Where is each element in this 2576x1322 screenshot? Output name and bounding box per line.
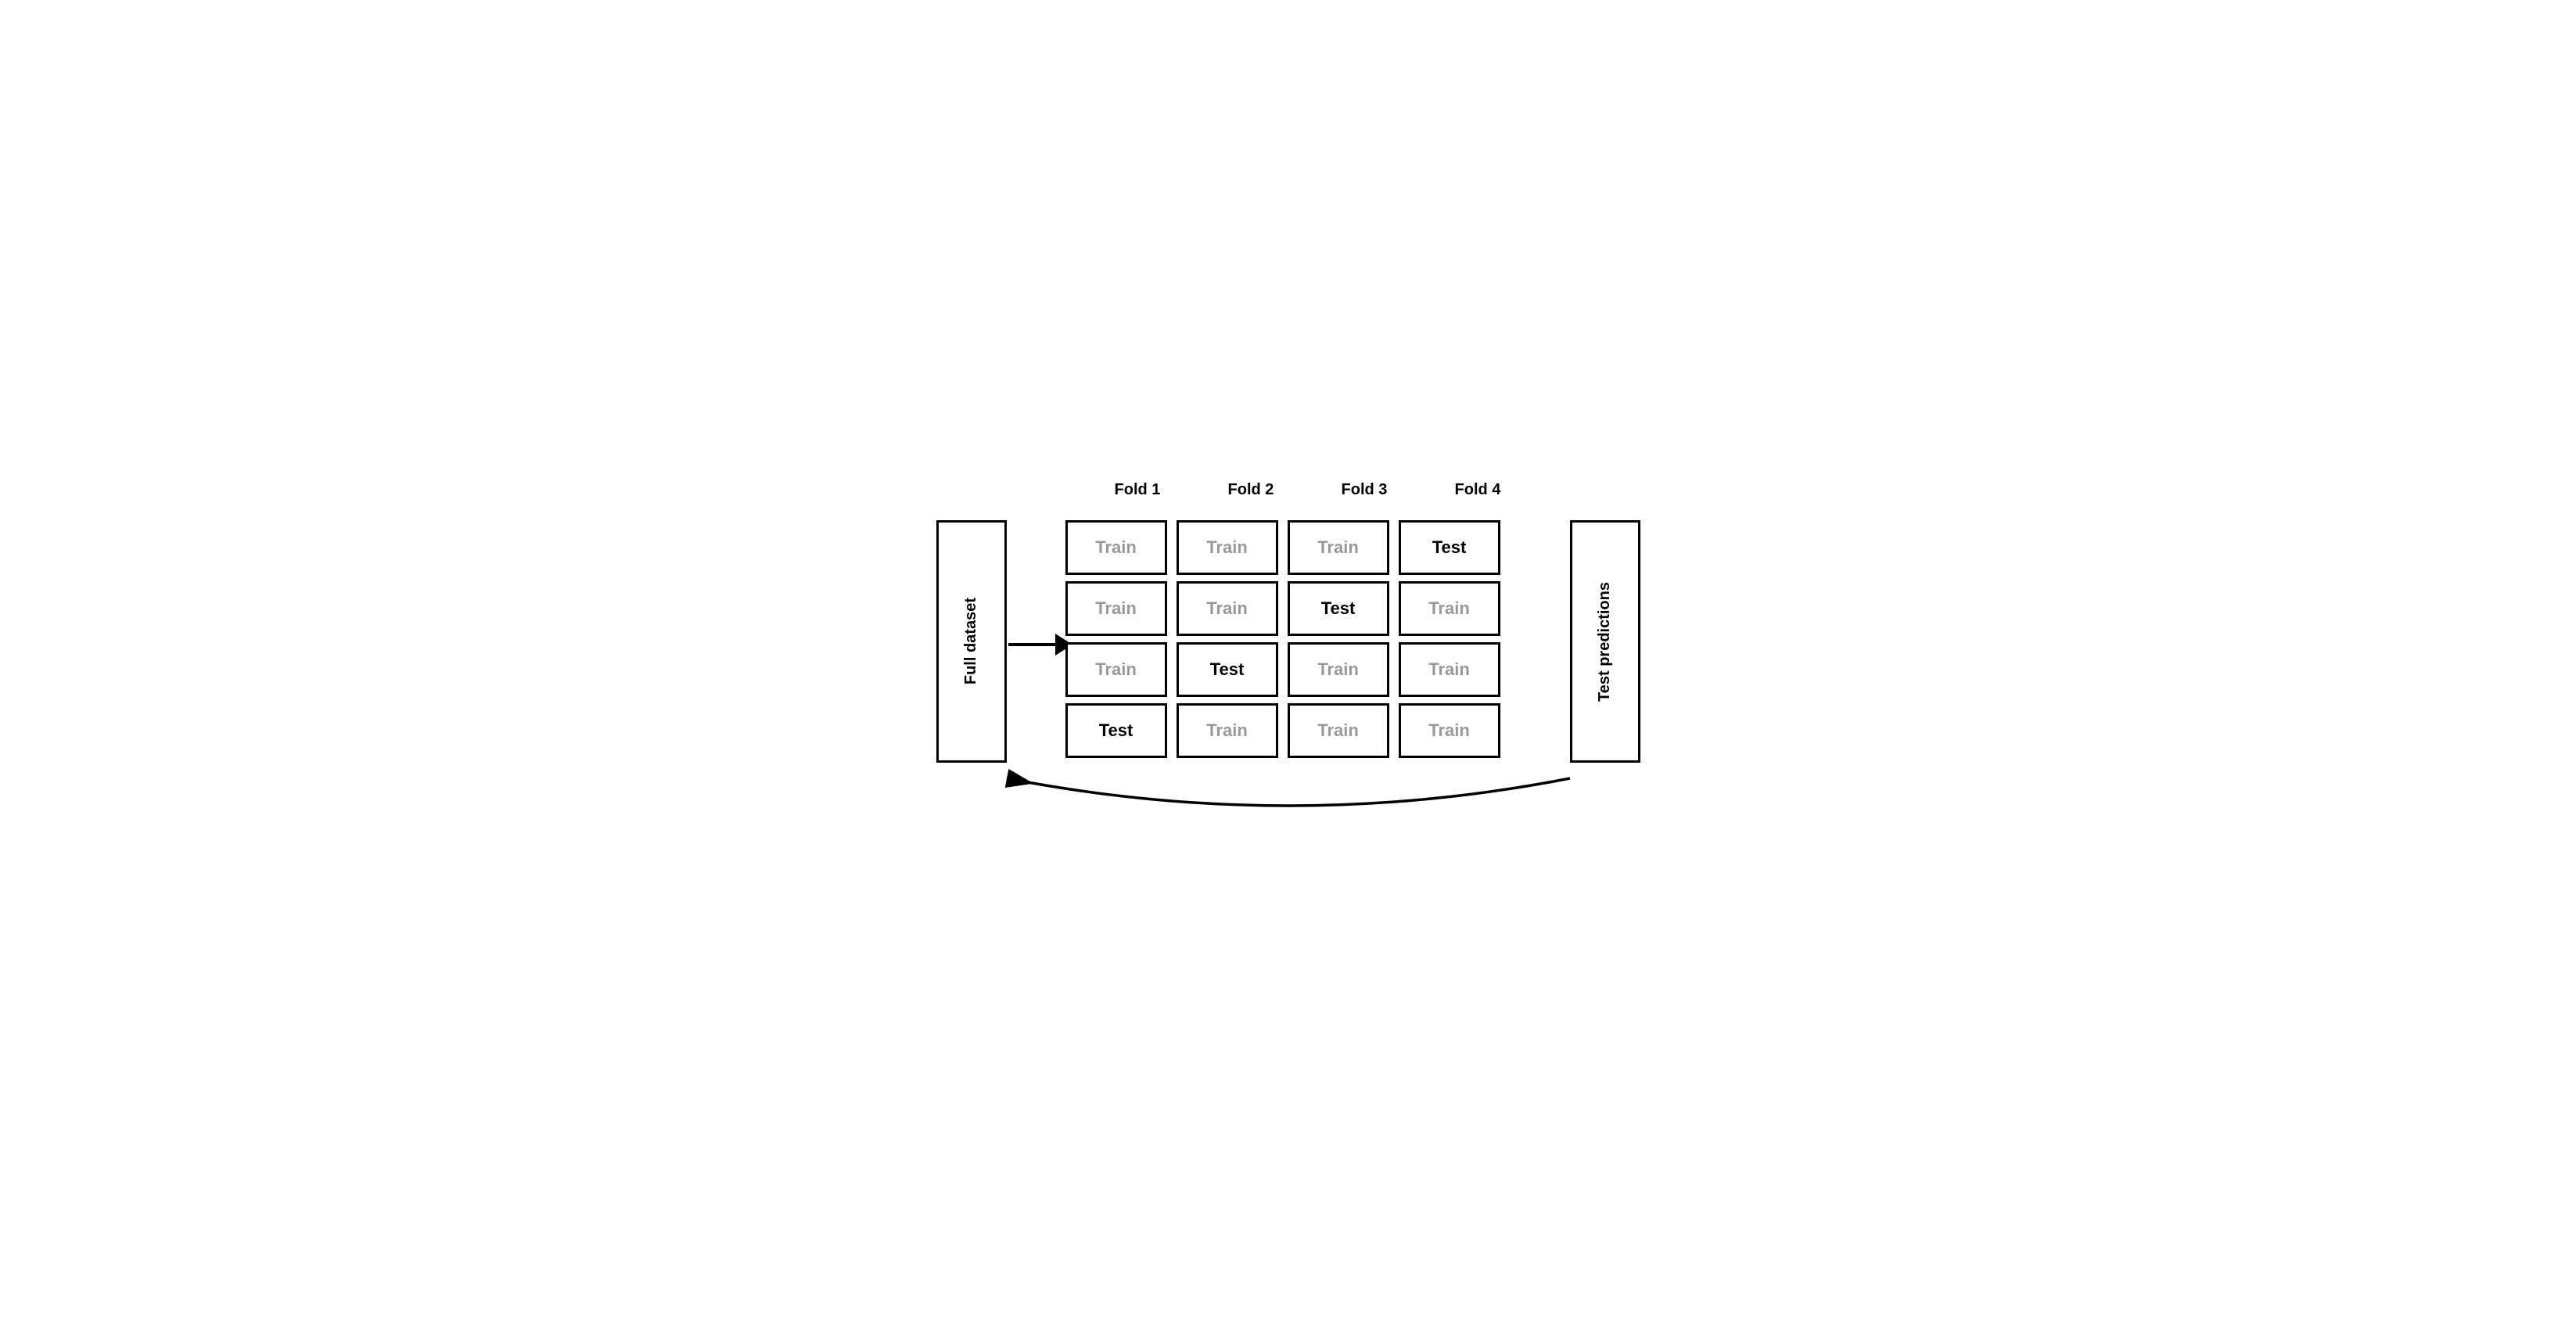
fold-header-2: Fold 2 — [1200, 481, 1302, 499]
fold3-row4: Train — [1288, 703, 1389, 758]
right-arrow — [1008, 634, 1072, 656]
fold4-row4: Train — [1399, 703, 1500, 758]
fold-header-3: Fold 3 — [1313, 481, 1415, 499]
fold-column-2: Train Train Test Train — [1177, 520, 1278, 758]
test-predictions-box: Test predictions — [1570, 520, 1640, 763]
fold2-row3: Test — [1177, 642, 1278, 697]
fold4-row3: Train — [1399, 642, 1500, 697]
fold1-row3: Train — [1065, 642, 1167, 697]
arrow-line — [1008, 643, 1055, 646]
fold1-row1: Train — [1065, 520, 1167, 575]
fold-headers: Fold 1 Fold 2 Fold 3 Fold 4 — [1081, 481, 1535, 499]
fold1-row4: Test — [1065, 703, 1167, 758]
fold3-row1: Train — [1288, 520, 1389, 575]
fold1-row2: Train — [1065, 581, 1167, 636]
fold4-row1: Test — [1399, 520, 1500, 575]
full-dataset-label: Full dataset — [962, 598, 980, 684]
fold3-row3: Train — [1288, 642, 1389, 697]
fold3-row2: Test — [1288, 581, 1389, 636]
fold-header-1: Fold 1 — [1087, 481, 1188, 499]
full-dataset-box: Full dataset — [936, 520, 1007, 763]
folds-grid: Train Train Train Test Train Train Test … — [1065, 520, 1500, 758]
fold-column-1: Train Train Train Test — [1065, 520, 1167, 758]
fold2-row1: Train — [1177, 520, 1278, 575]
fold-column-3: Train Test Train Train — [1288, 520, 1389, 758]
test-predictions-label: Test predictions — [1596, 582, 1614, 702]
fold-header-4: Fold 4 — [1427, 481, 1529, 499]
fold-column-4: Test Train Train Train — [1399, 520, 1500, 758]
diagram-container: Fold 1 Fold 2 Fold 3 Fold 4 Full dataset… — [936, 481, 1640, 841]
curved-return-arrow — [936, 763, 1640, 841]
fold4-row2: Train — [1399, 581, 1500, 636]
fold2-row4: Train — [1177, 703, 1278, 758]
fold2-row2: Train — [1177, 581, 1278, 636]
